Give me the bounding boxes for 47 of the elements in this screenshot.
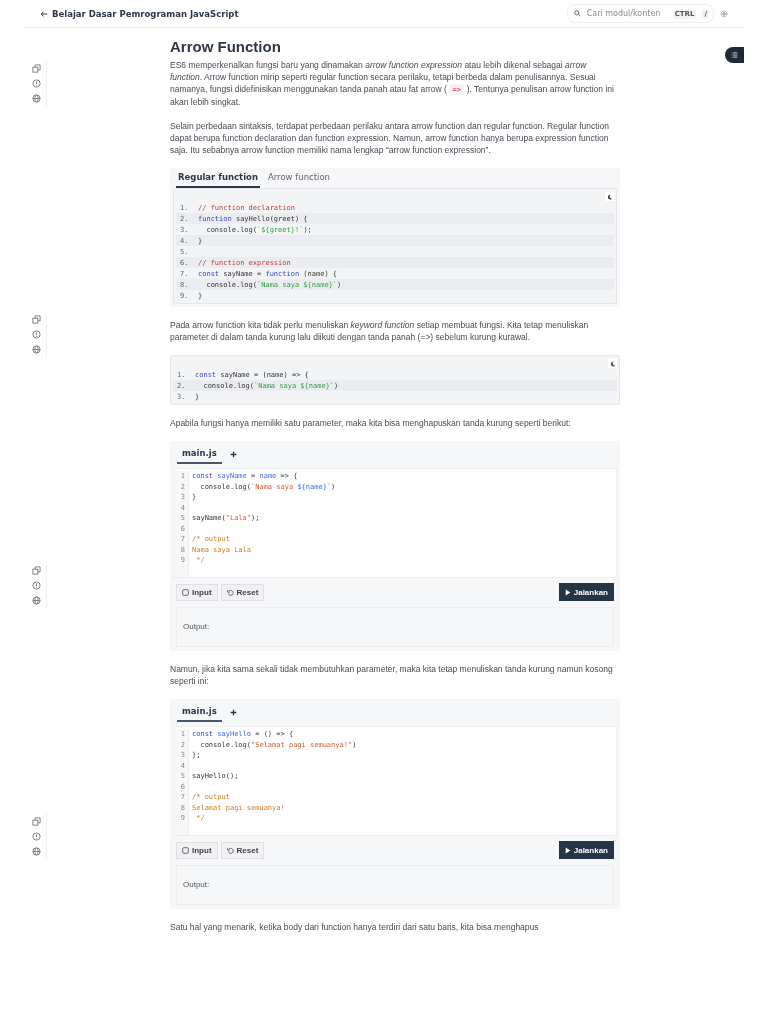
- checkbox-icon: [182, 588, 189, 596]
- info-icon[interactable]: [32, 79, 41, 88]
- paragraph: Pada arrow function kita tidak perlu menuliskan keyword function setiap membuat fungsi. Kita tetap menuliskan parameter di dalam tanda kurung lalu diikuti dengan tanda panah (=>) sebelum kurung kurawal.: [170, 319, 590, 343]
- run-button[interactable]: Jalankan: [558, 583, 614, 601]
- globe-icon[interactable]: [32, 847, 41, 856]
- arrow-left-icon: [40, 9, 48, 18]
- add-icon[interactable]: [229, 450, 237, 458]
- run-button[interactable]: Jalankan: [558, 841, 614, 859]
- moon-icon: [606, 193, 613, 200]
- code-tab[interactable]: Arrow function: [265, 168, 332, 188]
- moon-icon: [609, 360, 616, 367]
- table-of-contents-button[interactable]: [725, 47, 744, 63]
- file-tab[interactable]: main.js: [177, 444, 222, 464]
- globe-icon[interactable]: [32, 596, 41, 605]
- copy-icon[interactable]: [32, 566, 41, 575]
- add-icon[interactable]: [229, 708, 237, 716]
- undo-icon: [226, 588, 234, 596]
- input-button[interactable]: Input: [176, 841, 218, 859]
- output-label: Output:: [183, 880, 210, 889]
- paragraph: Namun, jika kita sama sekali tidak membutuhkan parameter, maka kita tetap menuliskan tanda kurung namun kosong seperti ini:: [170, 663, 614, 687]
- page-title: Arrow Function: [170, 38, 282, 55]
- checkbox-icon: [182, 846, 189, 854]
- info-icon[interactable]: [32, 832, 41, 841]
- copy-icon[interactable]: [32, 315, 41, 324]
- copy-icon[interactable]: [32, 817, 41, 826]
- undo-icon: [226, 846, 234, 854]
- info-icon[interactable]: [32, 330, 41, 339]
- globe-icon[interactable]: [32, 94, 41, 103]
- theme-toggle-button[interactable]: [608, 359, 617, 368]
- list-icon: [731, 52, 738, 58]
- search-icon: [573, 10, 581, 17]
- file-tab[interactable]: main.js: [177, 702, 222, 722]
- paragraph: Selain perbedaan sintaksis, terdapat perbedaan perilaku antara arrow function dan regular function. Regular function dapat berupa function declaration dan function expression. Namun, arrow function hanya berupa expression function saja. Itu sebabnya arrow function memiliki nama lengkap “arrow function expression”.: [170, 120, 610, 156]
- globe-icon[interactable]: [32, 345, 41, 354]
- settings-icon[interactable]: [720, 9, 728, 18]
- reset-button[interactable]: Reset: [220, 583, 265, 601]
- paragraph: Apabila fungsi hanya memiliki satu parameter, maka kita bisa menghapuskan tanda kurung seperti berikut:: [170, 417, 572, 429]
- input-button[interactable]: Input: [176, 583, 218, 601]
- paragraph: Satu hal yang menarik, ketika body dari function hanya terdiri dari satu baris, kita bisa menghapus: [170, 921, 540, 933]
- theme-toggle-button[interactable]: [605, 192, 614, 201]
- play-icon: [564, 588, 571, 596]
- output-label: Output:: [183, 622, 210, 631]
- play-icon: [564, 846, 571, 854]
- copy-icon[interactable]: [32, 64, 41, 73]
- back-link[interactable]: Belajar Dasar Pemrograman JavaScript: [40, 8, 239, 19]
- info-icon[interactable]: [32, 581, 41, 590]
- reset-button[interactable]: Reset: [220, 841, 265, 859]
